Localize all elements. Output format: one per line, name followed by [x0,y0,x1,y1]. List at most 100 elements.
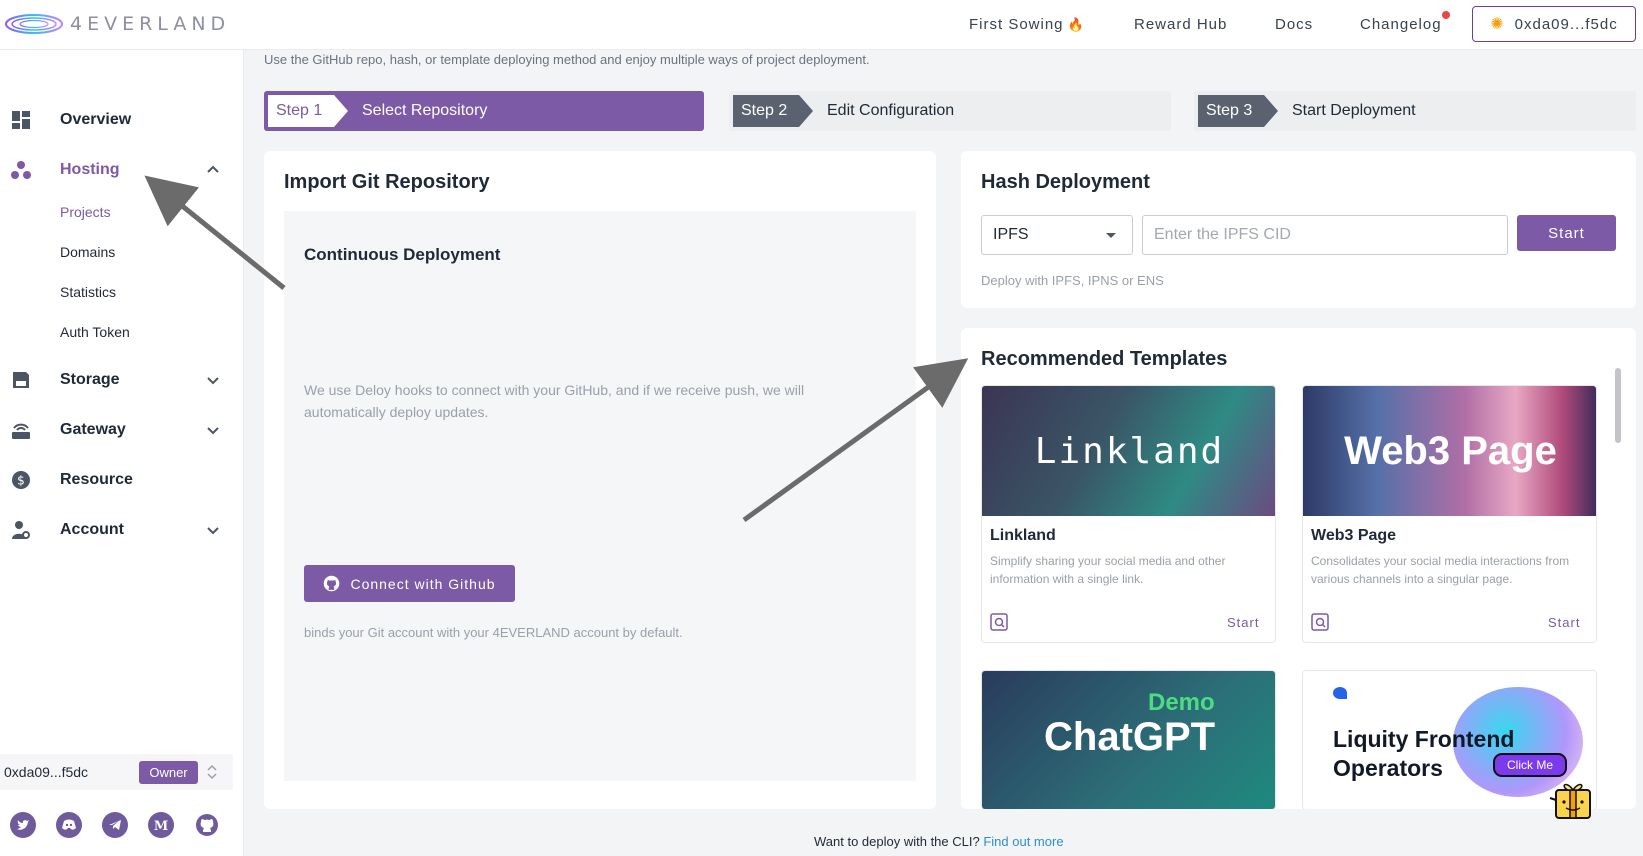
github-icon[interactable] [194,812,220,838]
brand-name: 4EVERLAND [70,13,231,35]
step-2-tag: Step 2 [733,95,814,127]
templates-card: Recommended Templates Linkland Linkland … [961,328,1636,809]
github-icon [324,575,340,592]
template-desc: Consolidates your social media interacti… [1311,554,1570,586]
template-start-button[interactable]: Start [1227,615,1259,630]
chevron-down-icon[interactable] [206,373,220,387]
templates-card-title: Recommended Templates [981,348,1228,370]
notification-dot [1441,11,1450,19]
storage-icon [11,370,31,390]
sidebar-label-overview: Overview [60,111,132,128]
sidebar-item-resource[interactable]: $ Resource [0,462,244,498]
wallet-button[interactable]: ✺ 0xda09...f5dc [1472,6,1636,42]
continuous-deployment-title: Continuous Deployment [304,245,501,264]
brand-logo[interactable]: 4EVERLAND [4,8,230,40]
protocol-select-value: IPFS [993,226,1029,243]
svg-text:M: M [154,819,168,832]
continuous-deployment-panel: Continuous Deployment We use Deloy hooks… [284,211,916,781]
updown-chevron-icon[interactable] [205,762,219,782]
template-name: Linkland [990,527,1056,544]
nav-docs[interactable]: Docs [1275,16,1313,33]
template-image-subtext: Demo [1148,689,1215,716]
sidebar-item-overview[interactable]: Overview [0,102,244,138]
step-3-tag: Step 3 [1198,95,1279,127]
template-image-linkland: Linkland [982,386,1275,516]
step-3-label: Start Deployment [1292,102,1416,119]
twitter-icon[interactable] [10,812,36,838]
sidebar-subitem-auth-token[interactable]: Auth Token [60,324,130,340]
protocol-select[interactable]: IPFS [981,215,1133,255]
sidebar-label-gateway: Gateway [60,421,126,438]
sidebar-label-hosting: Hosting [60,161,120,178]
logo-icon [5,14,63,34]
sidebar-item-storage[interactable]: Storage [0,362,244,398]
sidebar-subitem-projects[interactable]: Projects [60,204,111,220]
template-image-text: ChatGPT [1044,715,1216,759]
cli-text: Want to deploy with the CLI? [814,834,980,849]
gateway-icon [11,420,31,440]
svg-text:$: $ [17,474,25,488]
nav-changelog-label: Changelog [1360,16,1442,33]
template-card-chatgpt[interactable]: Demo ChatGPT [981,670,1276,809]
sidebar-item-account[interactable]: Account [0,512,244,548]
template-start-button[interactable]: Start [1548,615,1580,630]
template-image-text: Web3 Page [1344,428,1557,473]
chevron-up-icon[interactable] [206,163,220,177]
import-git-card: Import Git Repository Continuous Deploym… [264,151,936,809]
chevron-down-icon[interactable] [206,523,220,537]
hash-start-button[interactable]: Start [1517,215,1616,251]
discord-icon[interactable] [56,812,82,838]
template-desc: Simplify sharing your social media and o… [990,554,1226,586]
template-name: Web3 Page [1311,527,1397,544]
sidebar-item-gateway[interactable]: Gateway [0,412,244,448]
account-address: 0xda09...f5dc [4,764,89,780]
connect-github-label: Connect with Github [350,575,496,592]
sidebar-label-storage: Storage [60,371,120,388]
nav-first-sowing-label: First Sowing [969,16,1064,33]
continuous-deployment-desc: We use Deloy hooks to connect with your … [304,382,805,420]
top-bar: 4EVERLAND First Sowing 🔥 Reward Hub Docs … [0,0,1643,50]
step-3: Step 3 Start Deployment [1194,91,1636,131]
account-switcher[interactable]: 0xda09...f5dc Owner [0,754,233,790]
hash-note: Deploy with IPFS, IPNS or ENS [981,273,1164,288]
wallet-address: 0xda09...f5dc [1514,15,1618,33]
hash-card-title: Hash Deployment [981,171,1150,193]
step-1: Step 1 Select Repository [264,91,704,131]
templates-scrollbar[interactable] [1615,368,1621,443]
caret-down-icon [1106,233,1116,238]
hash-deployment-card: Hash Deployment IPFS Start Deploy with I… [961,151,1636,308]
ipfs-cid-input[interactable] [1142,215,1508,255]
sidebar-label-account: Account [60,521,124,538]
connect-github-button[interactable]: Connect with Github [304,565,515,602]
template-card-web3-page[interactable]: Web3 Page Web3 Page Consolidates your so… [1302,385,1597,643]
account-icon [11,520,31,540]
nav-changelog[interactable]: Changelog [1360,11,1450,33]
sidebar-label-resource: Resource [60,471,133,488]
sidebar-item-hosting[interactable]: Hosting [0,152,244,188]
step-1-tag: Step 1 [268,95,349,127]
chevron-down-icon[interactable] [206,423,220,437]
sidebar: Overview Hosting Projects Domains Statis… [0,50,244,856]
step-2: Step 2 Edit Configuration [729,91,1171,131]
owner-badge: Owner [139,761,198,784]
telegram-icon[interactable] [102,812,128,838]
wallet-avatar-icon: ✺ [1490,16,1505,33]
template-image-chatgpt: Demo ChatGPT [982,671,1275,809]
hosting-icon [11,160,31,180]
template-image-web3-page: Web3 Page [1303,386,1596,516]
medium-icon[interactable]: M [148,812,174,838]
gift-mascot-icon[interactable] [1546,778,1598,822]
click-me-badge[interactable]: Click Me [1493,753,1568,777]
github-bind-note: binds your Git account with your 4EVERLA… [304,625,683,640]
preview-icon[interactable] [1311,613,1329,631]
preview-icon[interactable] [990,613,1008,631]
cli-find-out-more-link[interactable]: Find out more [983,834,1063,849]
sidebar-subitem-domains[interactable]: Domains [60,244,115,260]
nav-first-sowing[interactable]: First Sowing 🔥 [969,16,1085,33]
liquity-logo-icon [1333,687,1347,699]
nav-reward-hub[interactable]: Reward Hub [1134,16,1227,33]
step-2-label: Edit Configuration [827,102,955,119]
sidebar-subitem-statistics[interactable]: Statistics [60,284,116,300]
template-image-text: Linkland [1034,430,1225,472]
template-card-linkland[interactable]: Linkland Linkland Simplify sharing your … [981,385,1276,643]
